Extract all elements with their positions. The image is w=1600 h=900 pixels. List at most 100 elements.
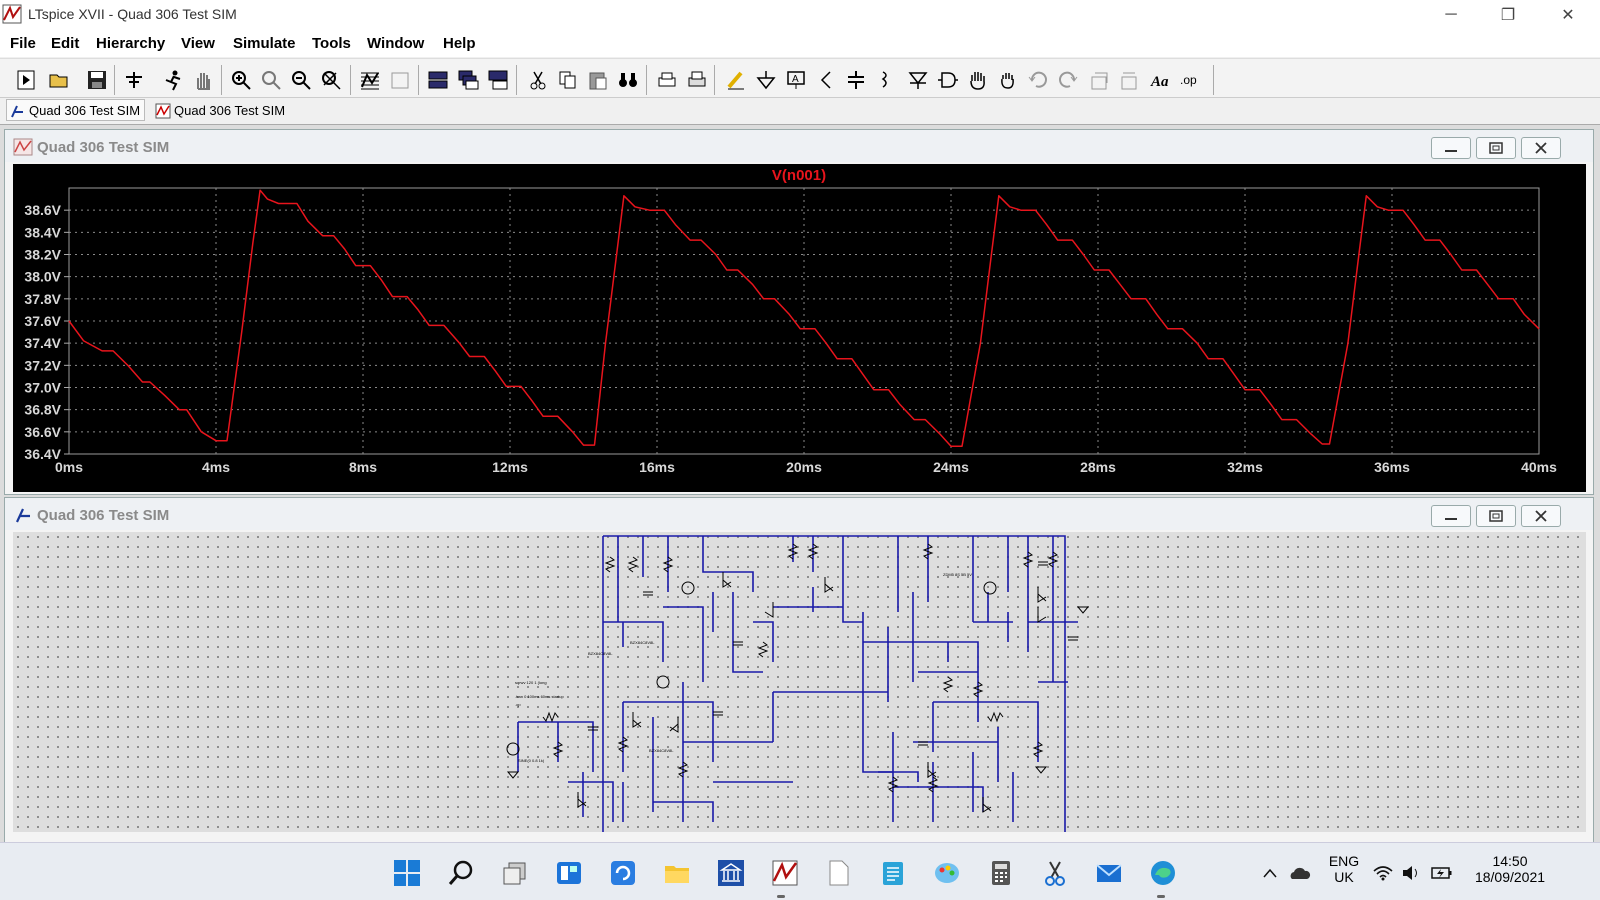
schematic-minimize-button[interactable]: [1431, 505, 1471, 527]
waveform-chart: 0ms 4ms 8ms 12ms 16ms 20ms 24ms 28ms 32ms 36ms 40m…: [24, 167, 1557, 475]
text-icon[interactable]: Aa: [1147, 67, 1173, 93]
close-window-button[interactable]: ✕: [1545, 0, 1591, 30]
waveform-maximize-button[interactable]: [1476, 137, 1516, 159]
x-tick-label: 16ms: [639, 459, 675, 475]
notepad-icon[interactable]: [876, 856, 910, 890]
svg-text:.tran 0 100ms 60ms startup: .tran 0 100ms 60ms startup: [515, 694, 564, 699]
waveform-close-button[interactable]: [1521, 137, 1561, 159]
zoom-in-icon[interactable]: [228, 67, 254, 93]
waveform-minimize-button[interactable]: [1431, 137, 1471, 159]
print-preview-icon[interactable]: [684, 67, 710, 93]
volume-icon[interactable]: [1398, 856, 1424, 890]
windows-start-icon[interactable]: [390, 856, 424, 890]
menu-help[interactable]: Help: [443, 35, 476, 52]
waveform-window-titlebar[interactable]: Quad 306 Test SIM: [5, 130, 1593, 162]
search-icon[interactable]: [444, 856, 478, 890]
edge-icon[interactable]: [1146, 856, 1180, 890]
label-net-icon[interactable]: A: [783, 67, 809, 93]
x-tick-label: 20ms: [786, 459, 822, 475]
capacitor-icon[interactable]: [843, 67, 869, 93]
tray-chevron-up-icon[interactable]: [1258, 856, 1282, 890]
schematic-maximize-button[interactable]: [1476, 505, 1516, 527]
menu-edit[interactable]: Edit: [51, 35, 79, 52]
control-panel-icon[interactable]: [121, 67, 147, 93]
resistor-icon[interactable]: [813, 67, 839, 93]
series-line-vn001[interactable]: [68, 189, 1540, 447]
trace-label-vn001[interactable]: V(n001): [772, 167, 826, 184]
y-tick-label: 36.4V: [24, 446, 61, 462]
zoom-fit-icon[interactable]: [318, 67, 344, 93]
schematic-close-button[interactable]: [1521, 505, 1561, 527]
diode-icon[interactable]: [905, 67, 931, 93]
language-indicator[interactable]: ENG UK: [1322, 853, 1366, 885]
paint-icon[interactable]: [930, 856, 964, 890]
tab-waveform-label: Quad 306 Test SIM: [174, 103, 286, 118]
keyboard-region: UK: [1334, 869, 1354, 885]
save-icon[interactable]: [84, 67, 110, 93]
menu-tools[interactable]: Tools: [312, 35, 351, 52]
svg-text:Aa: Aa: [1150, 74, 1169, 90]
redo-icon[interactable]: [1055, 67, 1081, 93]
menu-simulate[interactable]: Simulate: [233, 35, 296, 52]
refresh-app-icon[interactable]: [606, 856, 640, 890]
calculator-icon[interactable]: [984, 856, 1018, 890]
ltspice-icon[interactable]: [768, 856, 802, 890]
move-hand-icon[interactable]: [965, 67, 991, 93]
svg-text:BZX84C8V8L: BZX84C8V8L: [630, 640, 655, 645]
cascade-icon[interactable]: [455, 67, 481, 93]
y-tick-label: 37.8V: [24, 291, 61, 307]
run-simulation-icon[interactable]: [160, 67, 186, 93]
waveform-icon: [13, 138, 33, 156]
battery-charging-icon[interactable]: [1428, 856, 1456, 890]
tile-horizontal-icon[interactable]: [425, 67, 451, 93]
schematic-window-titlebar[interactable]: Quad 306 Test SIM: [5, 498, 1593, 530]
autorange-icon[interactable]: [357, 67, 383, 93]
paste-icon[interactable]: [585, 67, 611, 93]
halt-hand-icon[interactable]: [190, 67, 216, 93]
mdi-workspace: Quad 306 Test SIM 0ms 4ms 8ms 12ms 16ms 20ms 2…: [0, 124, 1600, 847]
bank-icon[interactable]: [714, 856, 748, 890]
menu-hierarchy[interactable]: Hierarchy: [96, 35, 165, 52]
copy-icon[interactable]: [555, 67, 581, 93]
wifi-icon[interactable]: [1370, 856, 1396, 890]
snipping-tool-icon[interactable]: [1038, 856, 1072, 890]
find-binoculars-icon[interactable]: [615, 67, 641, 93]
svg-text:.op: .op: [515, 702, 521, 707]
open-folder-icon[interactable]: [46, 67, 72, 93]
component-icon[interactable]: [935, 67, 961, 93]
menu-file[interactable]: File: [10, 35, 36, 52]
waveform-window-title: Quad 306 Test SIM: [37, 139, 170, 156]
drag-hand-icon[interactable]: [995, 67, 1021, 93]
inductor-icon[interactable]: [873, 67, 899, 93]
waveform-plot[interactable]: 0ms 4ms 8ms 12ms 16ms 20ms 24ms 28ms 32ms 36ms 40m…: [13, 164, 1586, 492]
file-explorer-icon[interactable]: [660, 856, 694, 890]
system-clock[interactable]: 14:50 18/09/2021: [1470, 853, 1550, 885]
mirror-icon[interactable]: [1117, 67, 1143, 93]
tab-waveform[interactable]: Quad 306 Test SIM: [151, 99, 290, 121]
minimize-window-button[interactable]: ─: [1428, 0, 1474, 30]
tile-vertical-icon[interactable]: [485, 67, 511, 93]
svg-text:BZX84C8V8L: BZX84C8V8L: [649, 748, 674, 753]
zoom-out-icon[interactable]: [288, 67, 314, 93]
task-view-icon[interactable]: [498, 856, 532, 890]
onedrive-cloud-icon[interactable]: [1284, 856, 1314, 890]
new-schematic-icon[interactable]: [14, 67, 40, 93]
rotate-icon[interactable]: [1087, 67, 1113, 93]
pan-icon[interactable]: [258, 67, 284, 93]
restore-window-button[interactable]: ❐: [1485, 0, 1531, 30]
menu-window[interactable]: Window: [367, 35, 424, 52]
widgets-icon[interactable]: [552, 856, 586, 890]
schematic-canvas[interactable]: sqrwv 120 1 (long .tran 0 100ms 60ms sta…: [13, 532, 1586, 832]
delete-trace-icon[interactable]: [387, 67, 413, 93]
tab-schematic[interactable]: Quad 306 Test SIM: [6, 99, 146, 121]
print-icon[interactable]: [654, 67, 680, 93]
undo-icon[interactable]: [1025, 67, 1051, 93]
spice-directive-icon[interactable]: .op: [1177, 67, 1203, 93]
svg-text:.op: .op: [1180, 73, 1197, 87]
menu-view[interactable]: View: [181, 35, 215, 52]
ground-icon[interactable]: [753, 67, 779, 93]
document-icon[interactable]: [822, 856, 856, 890]
cut-icon[interactable]: [525, 67, 551, 93]
draw-wire-icon[interactable]: [723, 67, 749, 93]
mail-icon[interactable]: [1092, 856, 1126, 890]
